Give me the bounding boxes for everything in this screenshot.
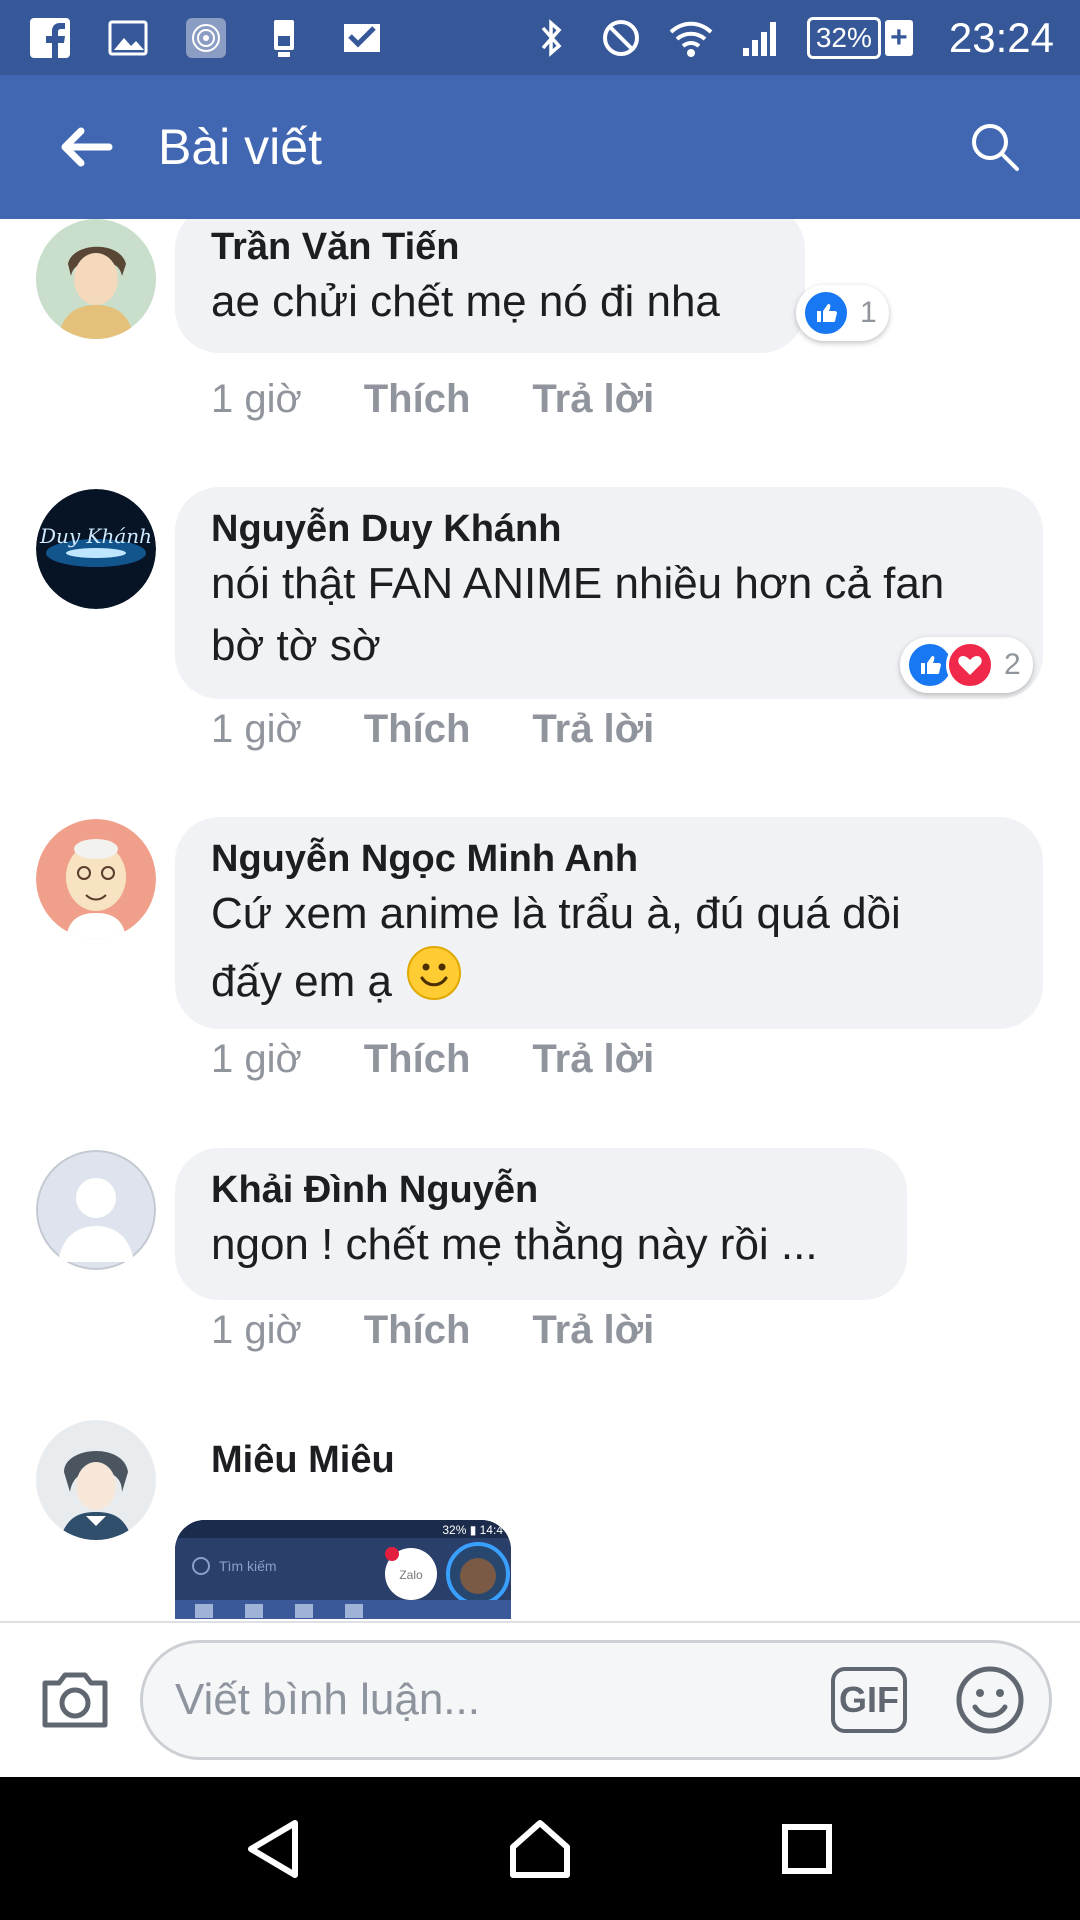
charging-icon: + — [884, 19, 913, 56]
comment-text-line: đấy em ạ — [211, 956, 392, 1006]
attachment-status-text: 32% ▮ 14:4 — [442, 1523, 503, 1537]
comment-bubble[interactable]: Nguyễn Ngọc Minh Anh Cứ xem anime là trẩ… — [175, 817, 1043, 1029]
default-avatar-icon — [36, 1150, 156, 1270]
comment-actions: 1 giờ Thích Trả lời — [211, 377, 654, 422]
love-reaction-icon — [946, 641, 994, 689]
wifi-icon — [667, 14, 715, 62]
avatar[interactable] — [36, 1420, 156, 1540]
avatar[interactable] — [36, 219, 156, 339]
clock: 23:24 — [948, 13, 1054, 61]
comment-text-line: Cứ xem anime là trẩu à, đú quá dồi — [211, 889, 901, 938]
do-not-disturb-icon — [597, 14, 645, 62]
comment-input[interactable] — [175, 1675, 817, 1725]
system-navigation-bar — [0, 1777, 1080, 1920]
reply-button[interactable]: Trả lời — [532, 1037, 654, 1082]
reaction-summary[interactable]: 2 — [900, 637, 1033, 693]
square-recents-icon — [781, 1823, 832, 1874]
comment-actions: 1 giờ Thích Trả lời — [211, 707, 654, 752]
battery-percent: 32% — [806, 16, 881, 59]
comment-text: ngon ! chết mẹ thằng này rồi ... — [211, 1220, 818, 1269]
status-bar: 32% + 23:24 — [0, 0, 1080, 75]
svg-text:Duy Khánh: Duy Khánh — [39, 524, 152, 548]
signal-icon — [737, 14, 785, 62]
home-icon — [509, 1819, 570, 1878]
back-button[interactable] — [30, 75, 140, 219]
battery-indicator: 32% + — [806, 16, 913, 59]
comment-author[interactable]: Khải Đình Nguyễn — [211, 1166, 871, 1214]
reply-button[interactable]: Trả lời — [532, 377, 654, 422]
nav-back-button[interactable] — [223, 1799, 323, 1899]
comment-text-line-wrapper: đấy em ạ — [211, 945, 1007, 1018]
app-bar: Bài viết — [0, 75, 1080, 219]
camera-button[interactable] — [30, 1655, 120, 1745]
comment-bubble[interactable]: Khải Đình Nguyễn ngon ! chết mẹ thằng nà… — [175, 1148, 907, 1300]
triangle-back-icon — [248, 1819, 299, 1878]
reaction-summary[interactable]: 1 — [796, 285, 889, 341]
gif-button[interactable]: GIF — [831, 1667, 907, 1733]
reply-button[interactable]: Trả lời — [532, 707, 654, 752]
avatar[interactable] — [36, 819, 156, 939]
comment-time: 1 giờ — [211, 1308, 302, 1352]
attachment-search-text: Tìm kiếm — [219, 1558, 277, 1574]
comment-text: ae chửi chết mẹ nó đi nha — [211, 277, 720, 326]
nav-home-button[interactable] — [490, 1799, 590, 1899]
reaction-count: 1 — [860, 296, 877, 329]
comment-author[interactable]: Miêu Miêu — [211, 1436, 395, 1484]
comment-input-container: GIF — [140, 1640, 1052, 1760]
smiley-emoji-icon — [406, 945, 462, 1018]
reaction-count: 2 — [1004, 648, 1021, 681]
comment-text-line: nói thật FAN ANIME nhiều hơn cả fan — [211, 559, 945, 608]
comment-time: 1 giờ — [211, 1037, 302, 1081]
avatar[interactable]: Duy Khánh — [36, 489, 156, 609]
like-reaction-icon — [802, 289, 850, 337]
back-arrow-icon — [61, 127, 113, 167]
facebook-icon — [26, 14, 74, 62]
attachment-app-label: Zalo — [399, 1568, 423, 1582]
comment-text-line: bờ tờ sờ — [211, 621, 381, 670]
reply-button[interactable]: Trả lời — [532, 1308, 654, 1353]
comment-time: 1 giờ — [211, 377, 302, 421]
comment-composer: GIF — [0, 1621, 1080, 1777]
comment-author[interactable]: Nguyễn Duy Khánh — [211, 505, 1007, 553]
gallery-icon — [104, 14, 152, 62]
comment-actions: 1 giờ Thích Trả lời — [211, 1308, 654, 1353]
comment-actions: 1 giờ Thích Trả lời — [211, 1037, 654, 1082]
like-button[interactable]: Thích — [364, 1308, 471, 1353]
comment-time: 1 giờ — [211, 707, 302, 751]
like-button[interactable]: Thích — [364, 707, 471, 752]
comment-author[interactable]: Nguyễn Ngọc Minh Anh — [211, 835, 1007, 883]
screenshot-attachment[interactable]: 32% ▮ 14:4 Tìm kiếm Zalo — [175, 1520, 511, 1619]
nav-recents-button[interactable] — [757, 1799, 857, 1899]
comment-list[interactable]: Trần Văn Tiến ae chửi chết mẹ nó đi nha … — [0, 219, 1080, 1619]
bluetooth-icon — [527, 14, 575, 62]
app-notification-icon — [182, 14, 230, 62]
avatar[interactable] — [36, 1150, 156, 1270]
search-icon — [972, 124, 1019, 171]
like-button[interactable]: Thích — [364, 1037, 471, 1082]
emoji-button[interactable] — [955, 1665, 1025, 1735]
comment-bubble[interactable]: Trần Văn Tiến ae chửi chết mẹ nó đi nha — [175, 219, 805, 353]
sim-card-icon — [260, 14, 308, 62]
smiley-icon — [956, 1666, 1024, 1734]
camera-icon — [42, 1672, 108, 1728]
task-check-icon — [338, 14, 386, 62]
page-title: Bài viết — [158, 119, 322, 175]
like-button[interactable]: Thích — [364, 377, 471, 422]
comment-author[interactable]: Trần Văn Tiến — [211, 223, 769, 271]
search-button[interactable] — [950, 102, 1040, 192]
